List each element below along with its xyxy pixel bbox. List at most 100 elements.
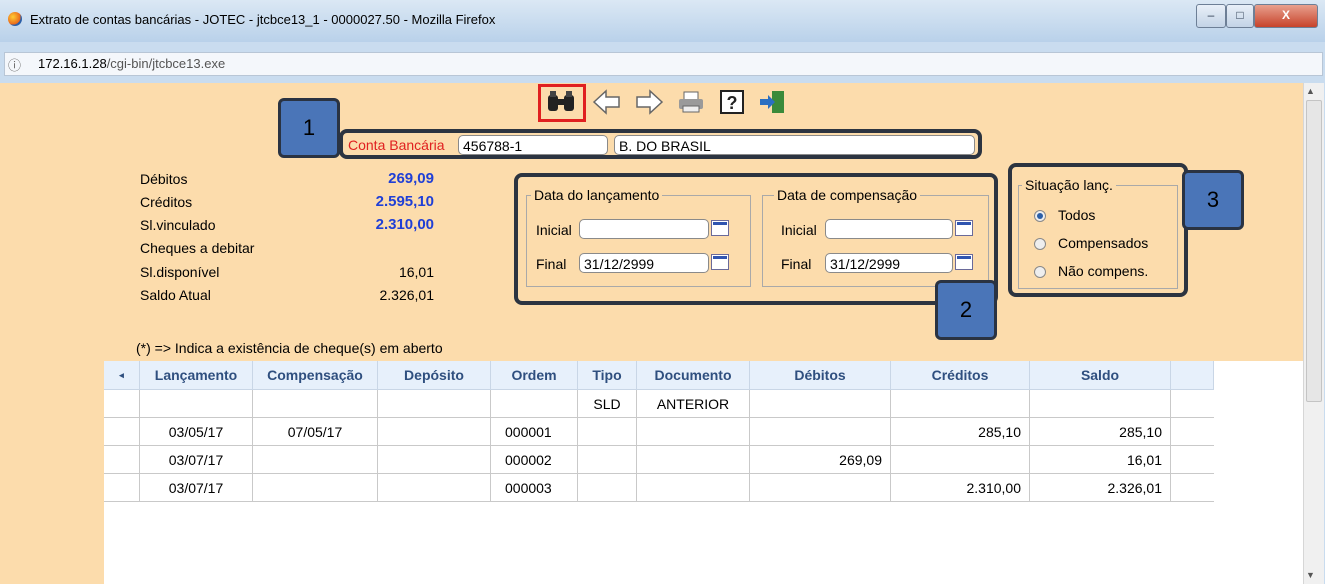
cell-compensacao [252,389,378,418]
column-header[interactable]: Ordem [490,361,578,390]
url-text[interactable]: 172.16.1.28/cgi-bin/jtcbce13.exe [38,56,225,71]
account-number-input[interactable]: 456788-1 [458,135,608,155]
summary-label-saldo-atual: Saldo Atual [140,287,211,303]
url-host: 172.16.1.28 [38,56,107,71]
cell-ordem: 000001 [490,417,578,446]
calendar-icon[interactable] [955,254,973,270]
column-header[interactable]: Documento [636,361,750,390]
compensacao-inicial-input[interactable] [825,219,953,239]
callout-3: 3 [1182,170,1244,230]
binoculars-icon[interactable] [545,89,577,117]
radio-nao-compens[interactable] [1034,266,1046,278]
blank-cell [1170,417,1214,446]
lancamento-final-label: Final [536,256,567,272]
callout-2: 2 [935,280,997,340]
table-header-row: ◂ Lançamento Compensação Depósito Ordem … [104,361,1214,390]
cell-tipo: SLD [577,389,637,418]
cell-saldo: 2.326,01 [1029,473,1171,502]
exit-icon[interactable] [758,89,788,117]
cell-compensacao [252,445,378,474]
cell-lancamento: 03/05/17 [139,417,253,446]
situacao-legend: Situação lanç. [1022,177,1116,193]
column-header[interactable]: Débitos [749,361,891,390]
lancamento-final-input[interactable]: 31/12/2999 [579,253,709,273]
scroll-down-icon[interactable]: ▼ [1306,570,1315,580]
arrow-left-icon[interactable] [592,89,622,117]
cell-saldo: 285,10 [1029,417,1171,446]
summary-value-creditos: 2.595,10 [375,193,434,210]
cell-documento: ANTERIOR [636,389,750,418]
cell-documento [636,417,750,446]
open-cheques-note: (*) => Indica a existência de cheque(s) … [136,340,443,356]
cell-deposito [377,389,491,418]
transactions-grid: ◂ Lançamento Compensação Depósito Ordem … [104,361,1303,584]
scroll-up-icon[interactable]: ▲ [1306,86,1315,96]
row-selector-cell[interactable] [104,389,140,418]
arrow-right-icon[interactable] [634,89,664,117]
column-header[interactable]: Compensação [252,361,378,390]
bank-name-input[interactable]: B. DO BRASIL [614,135,975,155]
summary-label-disponivel: Sl.disponível [140,264,220,280]
cell-saldo [1029,389,1171,418]
radio-compensados-label[interactable]: Compensados [1058,235,1148,251]
cell-creditos: 2.310,00 [890,473,1030,502]
summary-value-vinculado: 2.310,00 [375,216,434,233]
column-header[interactable]: Tipo [577,361,637,390]
radio-todos-label[interactable]: Todos [1058,207,1095,223]
compensacao-final-input[interactable]: 31/12/2999 [825,253,953,273]
minimize-button[interactable]: – [1196,4,1226,28]
summary-value-disponivel: 16,01 [398,264,434,280]
cell-compensacao [252,473,378,502]
row-selector-cell[interactable] [104,417,140,446]
scroll-thumb[interactable] [1306,100,1322,402]
maximize-button[interactable]: □ [1226,4,1254,28]
column-header[interactable]: Lançamento [139,361,253,390]
cell-debitos: 269,09 [749,445,891,474]
row-selector-cell[interactable] [104,445,140,474]
cell-creditos: 285,10 [890,417,1030,446]
calendar-icon[interactable] [711,254,729,270]
lancamento-inicial-input[interactable] [579,219,709,239]
column-header[interactable]: Créditos [890,361,1030,390]
close-button[interactable]: X [1254,4,1318,28]
url-path: /cgi-bin/jtcbce13.exe [106,56,226,71]
row-selector-header[interactable]: ◂ [104,361,140,390]
calendar-icon[interactable] [711,220,729,236]
column-header[interactable]: Saldo [1029,361,1171,390]
summary-label-vinculado: Sl.vinculado [140,217,216,233]
radio-compensados[interactable] [1034,238,1046,250]
blank-cell [1170,445,1214,474]
compensacao-inicial-label: Inicial [781,222,817,238]
account-label: Conta Bancária [348,137,445,153]
summary-label-debitos: Débitos [140,171,188,187]
cell-lancamento [139,389,253,418]
printer-icon[interactable] [676,89,706,117]
cell-debitos [749,417,891,446]
svg-text:?: ? [727,93,738,113]
cell-deposito [377,417,491,446]
cell-ordem: 000002 [490,445,578,474]
cell-deposito [377,445,491,474]
radio-nao-compens-label[interactable]: Não compens. [1058,263,1148,279]
lancamento-inicial-label: Inicial [536,222,572,238]
cell-tipo [577,445,637,474]
cell-lancamento: 03/07/17 [139,445,253,474]
row-selector-cell[interactable] [104,473,140,502]
help-icon[interactable]: ? [718,89,746,117]
table-row[interactable]: 03/07/17 000002 269,09 16,01 [104,445,1214,474]
table-row[interactable]: 03/07/17 000003 2.310,00 2.326,01 [104,473,1214,502]
calendar-icon[interactable] [955,220,973,236]
table-row[interactable]: SLD ANTERIOR [104,389,1214,418]
cell-saldo: 16,01 [1029,445,1171,474]
cell-debitos [749,473,891,502]
firefox-icon [8,12,22,26]
lancamento-legend: Data do lançamento [531,187,663,203]
info-icon[interactable]: ⓘ [8,55,21,74]
cell-tipo [577,417,637,446]
column-header[interactable]: Depósito [377,361,491,390]
radio-todos[interactable] [1034,210,1046,222]
table-row[interactable]: 03/05/17 07/05/17 000001 285,10 285,10 [104,417,1214,446]
summary-value-saldo-atual: 2.326,01 [379,287,435,303]
cell-compensacao: 07/05/17 [252,417,378,446]
compensacao-legend: Data de compensação [774,187,921,203]
